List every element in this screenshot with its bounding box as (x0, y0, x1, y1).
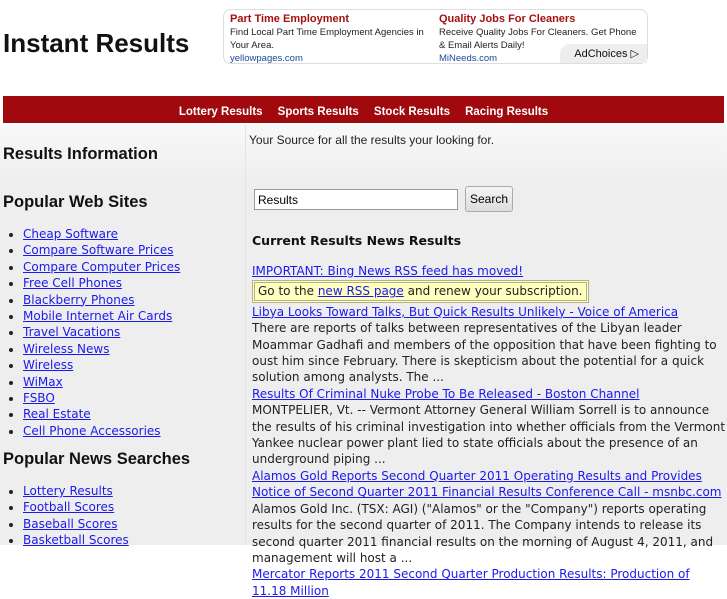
nav-stock-results[interactable]: Stock Results (374, 106, 450, 118)
news-description: There are reports of talks between repre… (252, 321, 717, 385)
notice-text: and renew your subscription. (403, 284, 583, 299)
popular-site-link[interactable]: Compare Software Prices (23, 243, 174, 257)
popular-site-link[interactable]: FSBO (23, 391, 55, 405)
popular-site-link[interactable]: Free Cell Phones (23, 276, 122, 290)
adchoices-button[interactable]: AdChoices ▷ (560, 44, 647, 63)
tagline: Your Source for all the results your loo… (249, 133, 495, 147)
list-item: Football Scores (23, 499, 129, 515)
sidebar-heading: Results Information (3, 145, 158, 163)
news-description: Alamos Gold Inc. (TSX: AGI) ("Alamos" or… (252, 501, 714, 565)
news-search-link[interactable]: Football Scores (23, 500, 114, 514)
news-search-link[interactable]: Basketball Scores (23, 533, 129, 547)
list-item: FSBO (23, 390, 180, 406)
ad-url[interactable]: yellowpages.com (230, 52, 435, 65)
popular-site-link[interactable]: Travel Vacations (23, 325, 120, 339)
popular-site-link[interactable]: Cheap Software (23, 227, 118, 241)
list-item: Compare Computer Prices (23, 259, 180, 275)
list-item: Mobile Internet Air Cards (23, 308, 180, 324)
site-logo[interactable]: Instant Results (3, 28, 189, 59)
news-search-link[interactable]: Lottery Results (23, 484, 113, 498)
list-item: Compare Software Prices (23, 242, 180, 258)
news-list: IMPORTANT: Bing News RSS feed has moved!… (252, 263, 726, 599)
ad-description: Find Local Part Time Employment Agencies… (230, 27, 424, 51)
rss-notice: Go to the new RSS page and renew your su… (252, 280, 589, 303)
list-item: Travel Vacations (23, 324, 180, 340)
popular-site-link[interactable]: Real Estate (23, 407, 91, 421)
ad-title[interactable]: Quality Jobs For Cleaners (439, 12, 644, 26)
list-item: Baseball Scores (23, 516, 129, 532)
news-item: Mercator Reports 2011 Second Quarter Pro… (252, 566, 726, 599)
list-item: Free Cell Phones (23, 275, 180, 291)
news-searches-list: Lottery Results Football Scores Baseball S… (7, 483, 129, 549)
popular-site-link[interactable]: Mobile Internet Air Cards (23, 309, 172, 323)
popular-site-link[interactable]: WiMax (23, 375, 63, 389)
ad-banner: Part Time Employment Find Local Part Tim… (223, 9, 648, 64)
search-button[interactable]: Search (465, 186, 513, 212)
popular-sites-list: Cheap Software Compare Software Prices Com… (7, 226, 180, 439)
news-title-link[interactable]: Libya Looks Toward Talks, But Quick Resu… (252, 305, 678, 319)
list-item: Blackberry Phones (23, 292, 180, 308)
news-title-link[interactable]: Results Of Criminal Nuke Probe To Be Rel… (252, 387, 639, 401)
nav-racing-results[interactable]: Racing Results (465, 106, 548, 118)
list-item: Basketball Scores (23, 532, 129, 548)
popular-site-link[interactable]: Compare Computer Prices (23, 260, 180, 274)
notice-text: Go to the (258, 284, 318, 299)
news-searches-heading: Popular News Searches (3, 450, 191, 468)
news-search-link[interactable]: Baseball Scores (23, 517, 118, 531)
popular-site-link[interactable]: Blackberry Phones (23, 293, 134, 307)
popular-site-link[interactable]: Wireless (23, 358, 73, 372)
popular-site-link[interactable]: Cell Phone Accessories (23, 424, 161, 438)
news-item: Alamos Gold Reports Second Quarter 2011 … (252, 468, 726, 566)
content: Your Source for all the results your loo… (245, 125, 727, 598)
news-title-link[interactable]: Mercator Reports 2011 Second Quarter Pro… (252, 567, 690, 597)
news-description: MONTPELIER, Vt. -- Vermont Attorney Gene… (252, 403, 726, 467)
ad-item[interactable]: Part Time Employment Find Local Part Tim… (230, 12, 435, 65)
news-item: Libya Looks Toward Talks, But Quick Resu… (252, 304, 726, 386)
list-item: WiMax (23, 374, 180, 390)
sidebar: Results Information Popular Web Sites Ch… (0, 125, 245, 547)
news-title-link[interactable]: Alamos Gold Reports Second Quarter 2011 … (252, 469, 722, 499)
list-item: Lottery Results (23, 483, 129, 499)
list-item: Cheap Software (23, 226, 180, 242)
ad-title[interactable]: Part Time Employment (230, 12, 435, 26)
important-notice-link[interactable]: IMPORTANT: Bing News RSS feed has moved! (252, 264, 523, 278)
nav-lottery-results[interactable]: Lottery Results (179, 106, 263, 118)
news-item: Results Of Criminal Nuke Probe To Be Rel… (252, 386, 726, 468)
popular-site-link[interactable]: Wireless News (23, 342, 109, 356)
search-input[interactable] (254, 189, 458, 210)
list-item: Cell Phone Accessories (23, 423, 180, 439)
nav-sports-results[interactable]: Sports Results (278, 106, 359, 118)
main-nav: Lottery Results Sports Results Stock Res… (3, 96, 724, 123)
list-item: Real Estate (23, 406, 180, 422)
list-item: Wireless (23, 357, 180, 373)
news-heading: Current Results News Results (252, 233, 462, 248)
popular-sites-heading: Popular Web Sites (3, 193, 148, 211)
new-rss-page-link[interactable]: new RSS page (318, 284, 404, 298)
list-item: Wireless News (23, 341, 180, 357)
